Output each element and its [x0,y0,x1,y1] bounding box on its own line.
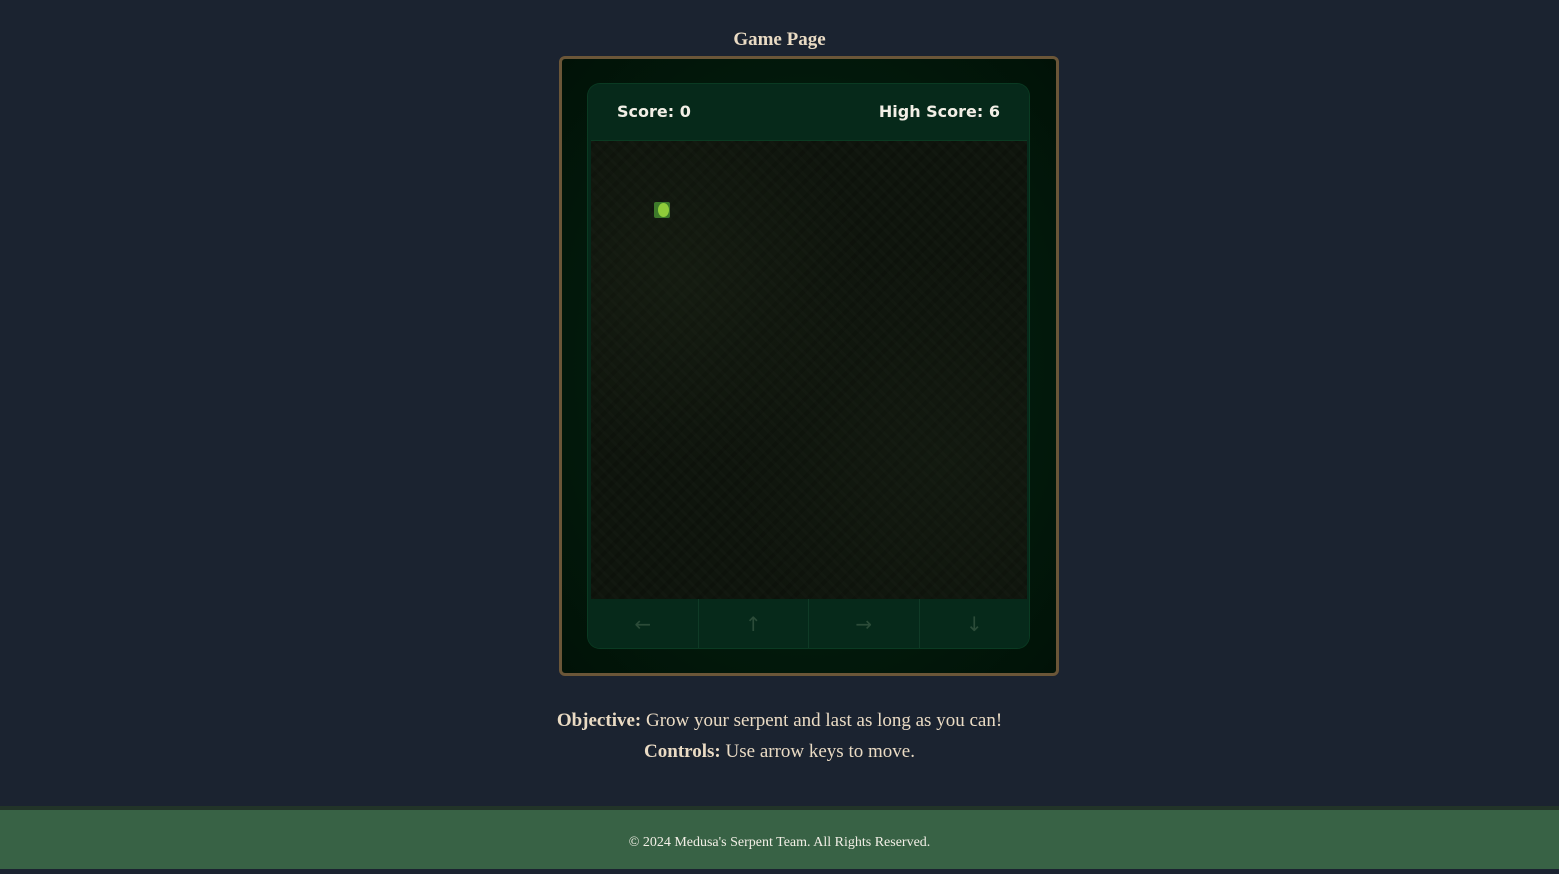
controls-text: Use arrow keys to move. [720,741,915,762]
up-arrow-button[interactable]: ↑ [698,599,809,648]
objective-line: Objective: Grow your serpent and last as… [0,705,1559,736]
page-title: Game Page [733,29,826,50]
game-instructions: Objective: Grow your serpent and last as… [0,705,1559,767]
copyright-text: © 2024 Medusa's Serpent Team. All Rights… [628,835,931,850]
objective-label: Objective: [556,710,642,731]
game-console: Score: 0 High Score: 6 ← ↑ → ↓ [588,84,1029,648]
right-arrow-button[interactable]: → [809,599,920,648]
objective-text: Grow your serpent and last as long as yo… [641,710,1003,731]
high-score-display: High Score: 6 [878,102,1000,121]
score-display: Score: 0 [617,102,691,121]
snake-head [654,202,670,218]
direction-controls: ← ↑ → ↓ [588,599,1029,648]
left-arrow-button[interactable]: ← [588,599,699,648]
controls-line: Controls: Use arrow keys to move. [0,736,1559,767]
controls-label: Controls: [644,741,721,762]
down-arrow-button[interactable]: ↓ [919,599,1029,648]
footer: © 2024 Medusa's Serpent Team. All Rights… [0,806,1559,869]
score-bar: Score: 0 High Score: 6 [588,84,1029,140]
game-board[interactable] [591,140,1027,600]
